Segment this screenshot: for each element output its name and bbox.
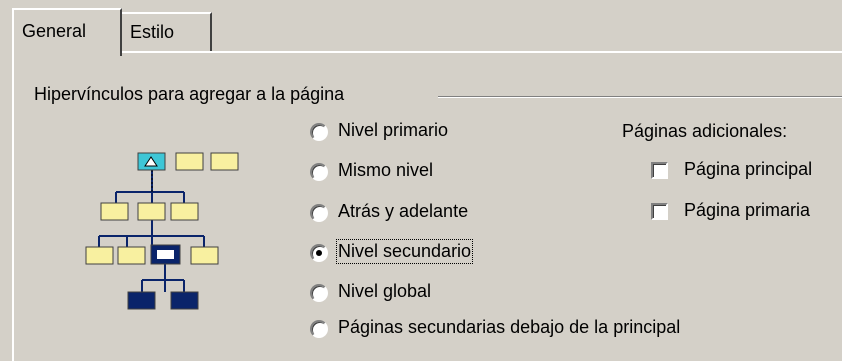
option-label: Mismo nivel <box>338 160 434 180</box>
checkbox-label: Página principal <box>684 159 813 179</box>
option-label: Nivel global <box>338 281 432 301</box>
tab-general[interactable]: General <box>12 8 122 56</box>
diagram-box <box>100 202 129 221</box>
radio-button[interactable] <box>310 123 328 141</box>
radio-button[interactable] <box>310 284 328 302</box>
diagram-box <box>117 246 146 265</box>
tab-panel-border <box>12 51 842 53</box>
diagram-box <box>85 246 114 265</box>
option-label: Nivel secundario <box>335 239 474 264</box>
radio-button[interactable] <box>310 163 328 181</box>
diagram-box-child <box>127 291 156 310</box>
diagram-box <box>175 152 204 171</box>
diagram-box-selected <box>150 244 181 265</box>
group-label: Hipervínculos para agregar a la página <box>34 84 345 104</box>
additional-pages-label: Páginas adicionales: <box>622 121 788 141</box>
option-label: Nivel primario <box>338 120 449 140</box>
radio-button[interactable] <box>310 320 328 338</box>
group-separator <box>438 96 842 98</box>
option-label: Atrás y adelante <box>338 201 469 221</box>
checkbox-label: Página primaria <box>684 200 811 220</box>
diagram-box <box>190 246 219 265</box>
radio-button[interactable] <box>310 204 328 222</box>
diagram-box <box>137 202 166 221</box>
diagram-box-child <box>170 291 199 310</box>
option-label: Páginas secundarias debajo de la princip… <box>338 317 681 337</box>
diagram-box-home <box>137 152 166 171</box>
tab-estilo[interactable]: Estilo <box>120 12 212 52</box>
radio-button-selected[interactable] <box>310 244 328 262</box>
diagram-box <box>210 152 239 171</box>
checkbox[interactable] <box>651 162 668 179</box>
diagram-box <box>170 202 199 221</box>
checkbox[interactable] <box>651 203 668 220</box>
tab-panel-border-left <box>12 51 14 361</box>
